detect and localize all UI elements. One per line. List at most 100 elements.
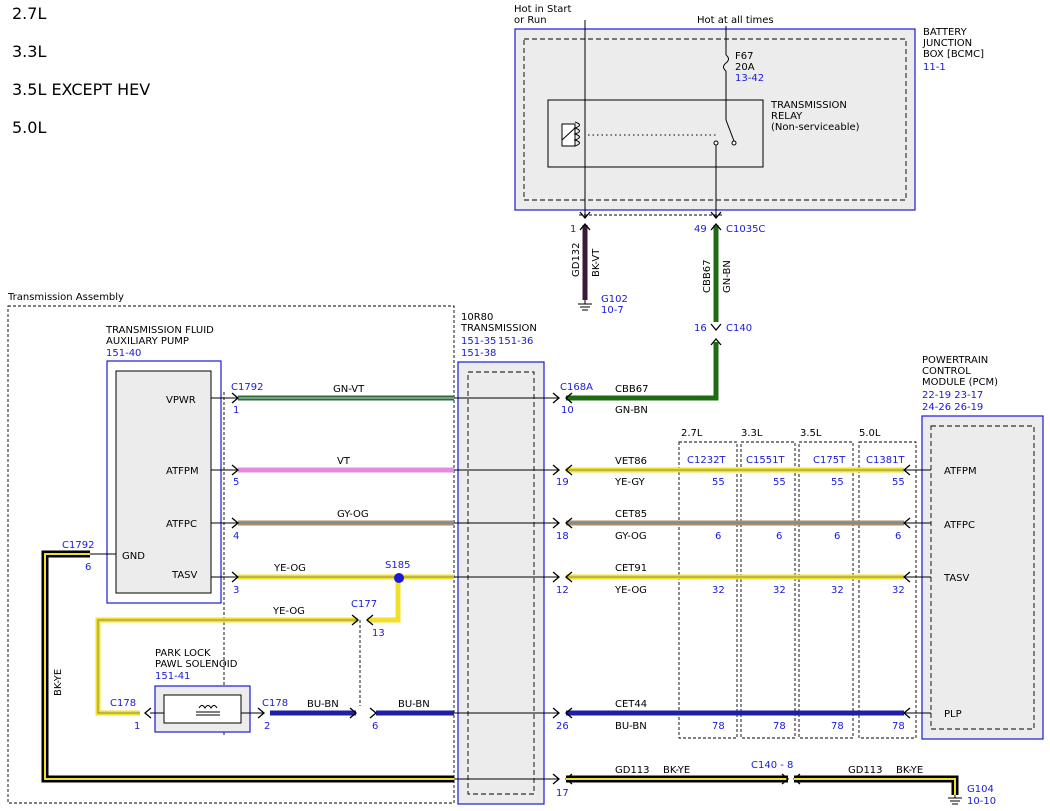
c177-conn[interactable]: C177 [351, 599, 377, 610]
solenoid-label-2: PAWL SOLENOID [155, 659, 238, 670]
g104-ref[interactable]: 10-10 [967, 796, 996, 807]
vpwr-left-pin: 1 [233, 405, 239, 416]
atfpc-circuit: CET85 [615, 509, 647, 520]
vpwr-right-pin: 10 [561, 405, 574, 416]
variant-conn-4[interactable]: C1381T [866, 455, 905, 466]
c178-right-pin: 2 [264, 721, 270, 732]
pcm-ref-1[interactable]: 22-19 23-17 [922, 390, 983, 401]
g102-label[interactable]: G102 [601, 294, 628, 305]
tasv-pcm-pin-3: 32 [831, 585, 844, 596]
relay-label-1: TRANSMISSION [770, 100, 847, 111]
cbb67-color: GN-BN [722, 260, 733, 293]
pcm-pin-plp: PLP [944, 709, 962, 720]
gd132-pin: 1 [570, 224, 576, 235]
c1792-vpwr-conn[interactable]: C1792 [231, 382, 263, 393]
relay-label-3: (Non-serviceable) [771, 122, 860, 133]
pump-ref[interactable]: 151-40 [106, 348, 141, 359]
plp-pcm-pin-1: 78 [712, 721, 725, 732]
fuse-ref[interactable]: 13-42 [735, 73, 764, 84]
tr10r80-label-2: TRANSMISSION [460, 323, 537, 334]
c1035c-label[interactable]: C1035C [726, 224, 765, 235]
atfpm-right-pin: 19 [556, 477, 569, 488]
atfpm-pcm-pin-2: 55 [773, 477, 786, 488]
vpwr-right-color: GN-BN [615, 405, 648, 416]
plp-mid-color: BU-BN [398, 699, 430, 710]
atfpc-pcm-pin-3: 6 [834, 531, 840, 542]
gd132-circuit: GD132 [571, 242, 582, 277]
pcm-label-1: POWERTRAIN [922, 355, 988, 366]
tasv-pcm-pin-2: 32 [773, 585, 786, 596]
tasv-left-pin: 3 [233, 585, 239, 596]
trans-assembly-label: Transmission Assembly [7, 292, 124, 303]
pcm-label-2: CONTROL [922, 366, 971, 377]
solenoid-ref[interactable]: 151-41 [155, 671, 190, 682]
tasv-pcm-pin-1: 32 [712, 585, 725, 596]
cbb67-circuit: CBB67 [702, 260, 713, 293]
tr10r80-ref-3[interactable]: 151-38 [461, 348, 496, 359]
gd113-circuit-2: GD113 [848, 765, 883, 776]
s185-splice[interactable]: S185 [385, 560, 410, 571]
pcm-pin-atfpm: ATFPM [944, 466, 977, 477]
hot-start-run-1: Hot in Start [514, 4, 572, 15]
pump-pin-vpwr: VPWR [166, 395, 196, 406]
gnd-pump-pin: 6 [85, 562, 91, 573]
plp-pin6: 6 [372, 721, 378, 732]
gnd-right-pin: 17 [556, 788, 569, 799]
vpwr-mid-color: GN-VT [333, 384, 365, 395]
atfpc-pcm-pin-4: 6 [895, 531, 901, 542]
atfpc-right-pin: 18 [556, 531, 569, 542]
plp-pcm-pin-2: 78 [773, 721, 786, 732]
c1035c-pin: 49 [694, 224, 707, 235]
tasv-right-pin: 12 [556, 585, 569, 596]
fuse-rating: 20A [735, 62, 755, 73]
hot-start-run-2: or Run [514, 15, 547, 26]
c140-pin: 16 [694, 323, 707, 334]
plp-pcm-pin-4: 78 [892, 721, 905, 732]
tr10r80-ref-2[interactable]: 151-36 [498, 336, 533, 347]
wiring-diagram: Hot in Start or Run Hot at all times F67… [7, 4, 1044, 807]
tr10r80-box [457, 361, 545, 805]
pump-pin-atfpm: ATFPM [166, 466, 199, 477]
atfpc-pcm-pin-1: 6 [715, 531, 721, 542]
c140-label[interactable]: C140 [726, 323, 752, 334]
atfpc-pcm-pin-2: 6 [776, 531, 782, 542]
variant-engine-3: 3.5L [800, 428, 822, 439]
gnd-color-vert: BK-YE [53, 669, 64, 696]
hot-all-times: Hot at all times [697, 15, 774, 26]
bjb-label-2: JUNCTION [922, 38, 972, 49]
atfpc-mid-color: GY-OG [337, 509, 369, 520]
atfpm-pcm-pin-3: 55 [831, 477, 844, 488]
c168a-conn[interactable]: C168A [560, 382, 593, 393]
variant-conn-1[interactable]: C1232T [687, 455, 726, 466]
c178-conn-left[interactable]: C178 [110, 698, 136, 709]
pcm-pin-tasv: TASV [943, 573, 970, 584]
g104-label[interactable]: G104 [967, 784, 994, 795]
gd132-color: BK-VT [591, 248, 602, 277]
fuse-label: F67 [735, 51, 753, 62]
plp-right-pin: 26 [556, 721, 569, 732]
pcm-pin-atfpc: ATFPC [944, 520, 975, 531]
relay-label-2: RELAY [771, 111, 803, 122]
plp-right-color: BU-BN [615, 721, 647, 732]
variant-engine-4: 5.0L [859, 428, 881, 439]
atfpm-pcm-pin-1: 55 [712, 477, 725, 488]
c177-pin: 13 [372, 628, 385, 639]
tr10r80-label-1: 10R80 [461, 312, 493, 323]
atfpc-right-color: GY-OG [615, 531, 647, 542]
c178-left-pin: 1 [134, 721, 140, 732]
c178-conn-right[interactable]: C178 [262, 698, 288, 709]
variant-engine-2: 3.3L [741, 428, 763, 439]
g102-ref[interactable]: 10-7 [601, 305, 624, 316]
variant-conn-3[interactable]: C175T [813, 455, 846, 466]
bjb-ref[interactable]: 11-1 [923, 62, 946, 73]
atfpm-pcm-pin-4: 55 [892, 477, 905, 488]
plp-pcm-pin-3: 78 [831, 721, 844, 732]
c1792-gnd-conn[interactable]: C1792 [62, 540, 94, 551]
c178-color: BU-BN [307, 699, 339, 710]
pump-pin-gnd: GND [122, 551, 145, 562]
c140-8-conn[interactable]: C140 - 8 [751, 760, 793, 771]
pcm-ref-2[interactable]: 24-26 26-19 [922, 402, 983, 413]
atfpm-right-color: YE-GY [614, 477, 646, 488]
tr10r80-ref-1[interactable]: 151-35 [461, 336, 496, 347]
variant-conn-2[interactable]: C1551T [746, 455, 785, 466]
